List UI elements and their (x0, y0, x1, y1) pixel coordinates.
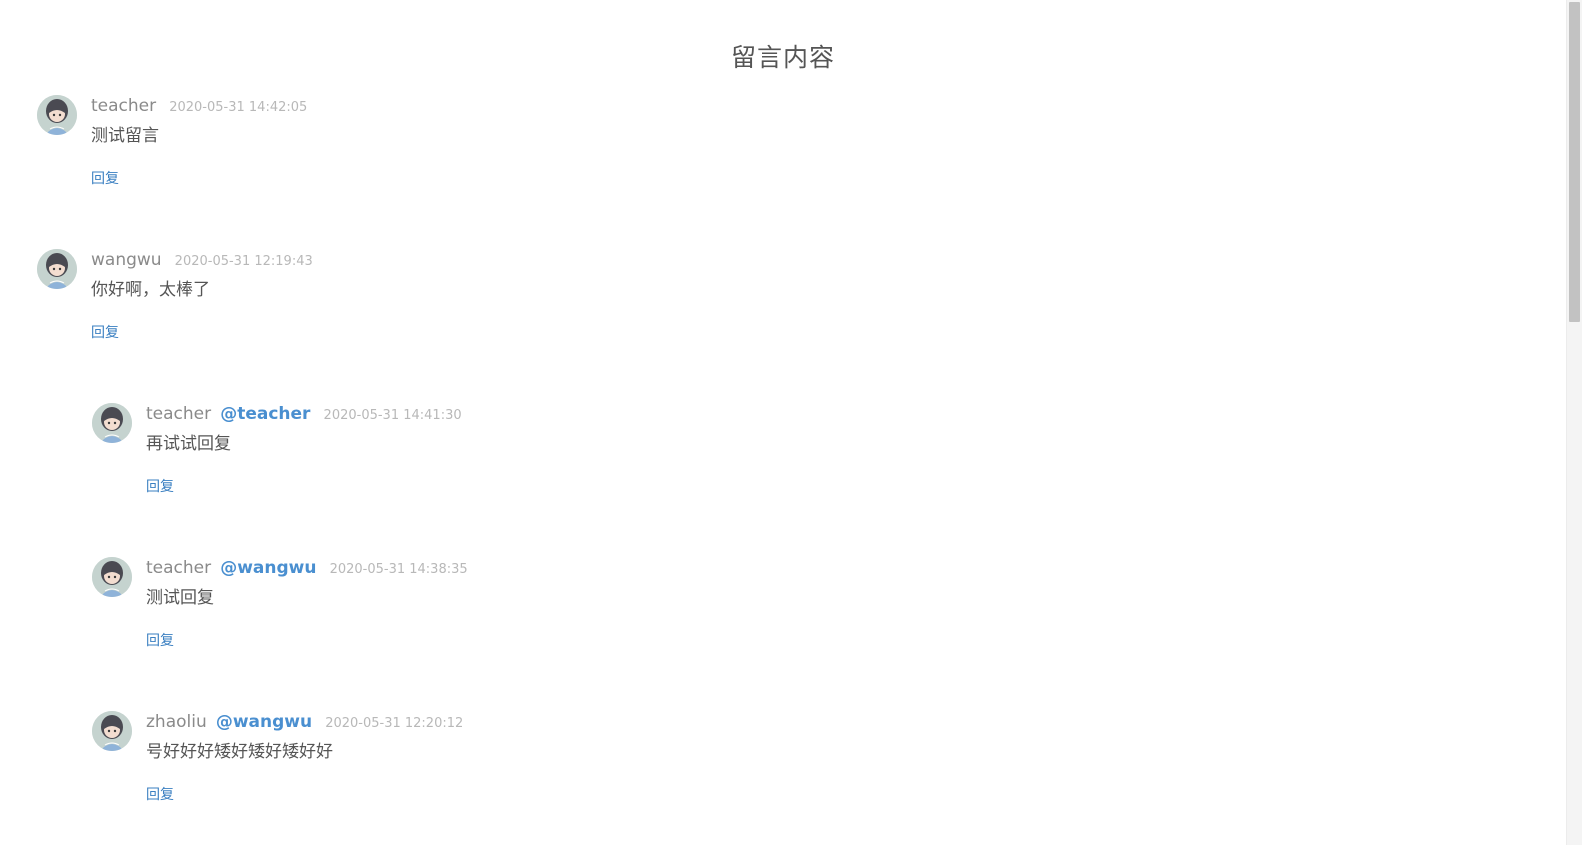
avatar-icon (92, 711, 132, 751)
vertical-scrollbar[interactable] (1566, 0, 1582, 845)
scrollbar-thumb[interactable] (1569, 2, 1580, 322)
comment-meta: zhaoliu @wangwu 2020-05-31 12:20:12 (146, 711, 463, 735)
comment-text: 测试留言 (91, 126, 159, 146)
avatar-icon (37, 95, 77, 135)
message-board-page: 留言内容 teacher 2020-05-31 14:42:05 测试留言 回复 (0, 0, 1582, 845)
comment-author: teacher (146, 404, 212, 424)
comment-meta: teacher @wangwu 2020-05-31 14:38:35 (146, 557, 468, 581)
comment-meta: teacher 2020-05-31 14:42:05 (91, 95, 307, 119)
page-title: 留言内容 (730, 43, 835, 72)
mention-link[interactable]: @wangwu (216, 712, 312, 732)
comment-text: 号好好好矮好矮好矮好好 (146, 742, 333, 762)
comment-meta: wangwu 2020-05-31 12:19:43 (91, 249, 313, 273)
comment-author: zhaoliu (146, 712, 207, 732)
comment-text: 你好啊，太棒了 (91, 280, 210, 300)
comment-time: 2020-05-31 14:38:35 (329, 562, 468, 577)
comment-author: wangwu (91, 250, 162, 270)
comment-item: teacher 2020-05-31 14:42:05 测试留言 回复 (37, 95, 637, 205)
comment-text: 再试试回复 (146, 434, 231, 454)
comment-author: teacher (146, 558, 212, 578)
comment-author: teacher (91, 96, 157, 116)
avatar-icon (37, 249, 77, 289)
reply-link[interactable]: 回复 (146, 786, 174, 804)
reply-item: teacher @teacher 2020-05-31 14:41:30 再试试… (92, 403, 692, 513)
comment-item: wangwu 2020-05-31 12:19:43 你好啊，太棒了 回复 (37, 249, 637, 359)
reply-link[interactable]: 回复 (146, 632, 174, 650)
mention-link[interactable]: @wangwu (220, 558, 316, 578)
reply-link[interactable]: 回复 (146, 478, 174, 496)
comment-text: 测试回复 (146, 588, 214, 608)
avatar-icon (92, 403, 132, 443)
reply-link[interactable]: 回复 (91, 324, 119, 342)
reply-item: zhaoliu @wangwu 2020-05-31 12:20:12 号好好好… (92, 711, 692, 821)
avatar-icon (92, 557, 132, 597)
comment-time: 2020-05-31 14:41:30 (323, 408, 462, 423)
comment-time: 2020-05-31 12:19:43 (174, 254, 313, 269)
mention-link[interactable]: @teacher (220, 404, 310, 424)
reply-item: teacher @wangwu 2020-05-31 14:38:35 测试回复… (92, 557, 692, 667)
comment-time: 2020-05-31 14:42:05 (169, 100, 308, 115)
reply-link[interactable]: 回复 (91, 170, 119, 188)
comment-meta: teacher @teacher 2020-05-31 14:41:30 (146, 403, 462, 427)
comment-time: 2020-05-31 12:20:12 (325, 716, 464, 731)
